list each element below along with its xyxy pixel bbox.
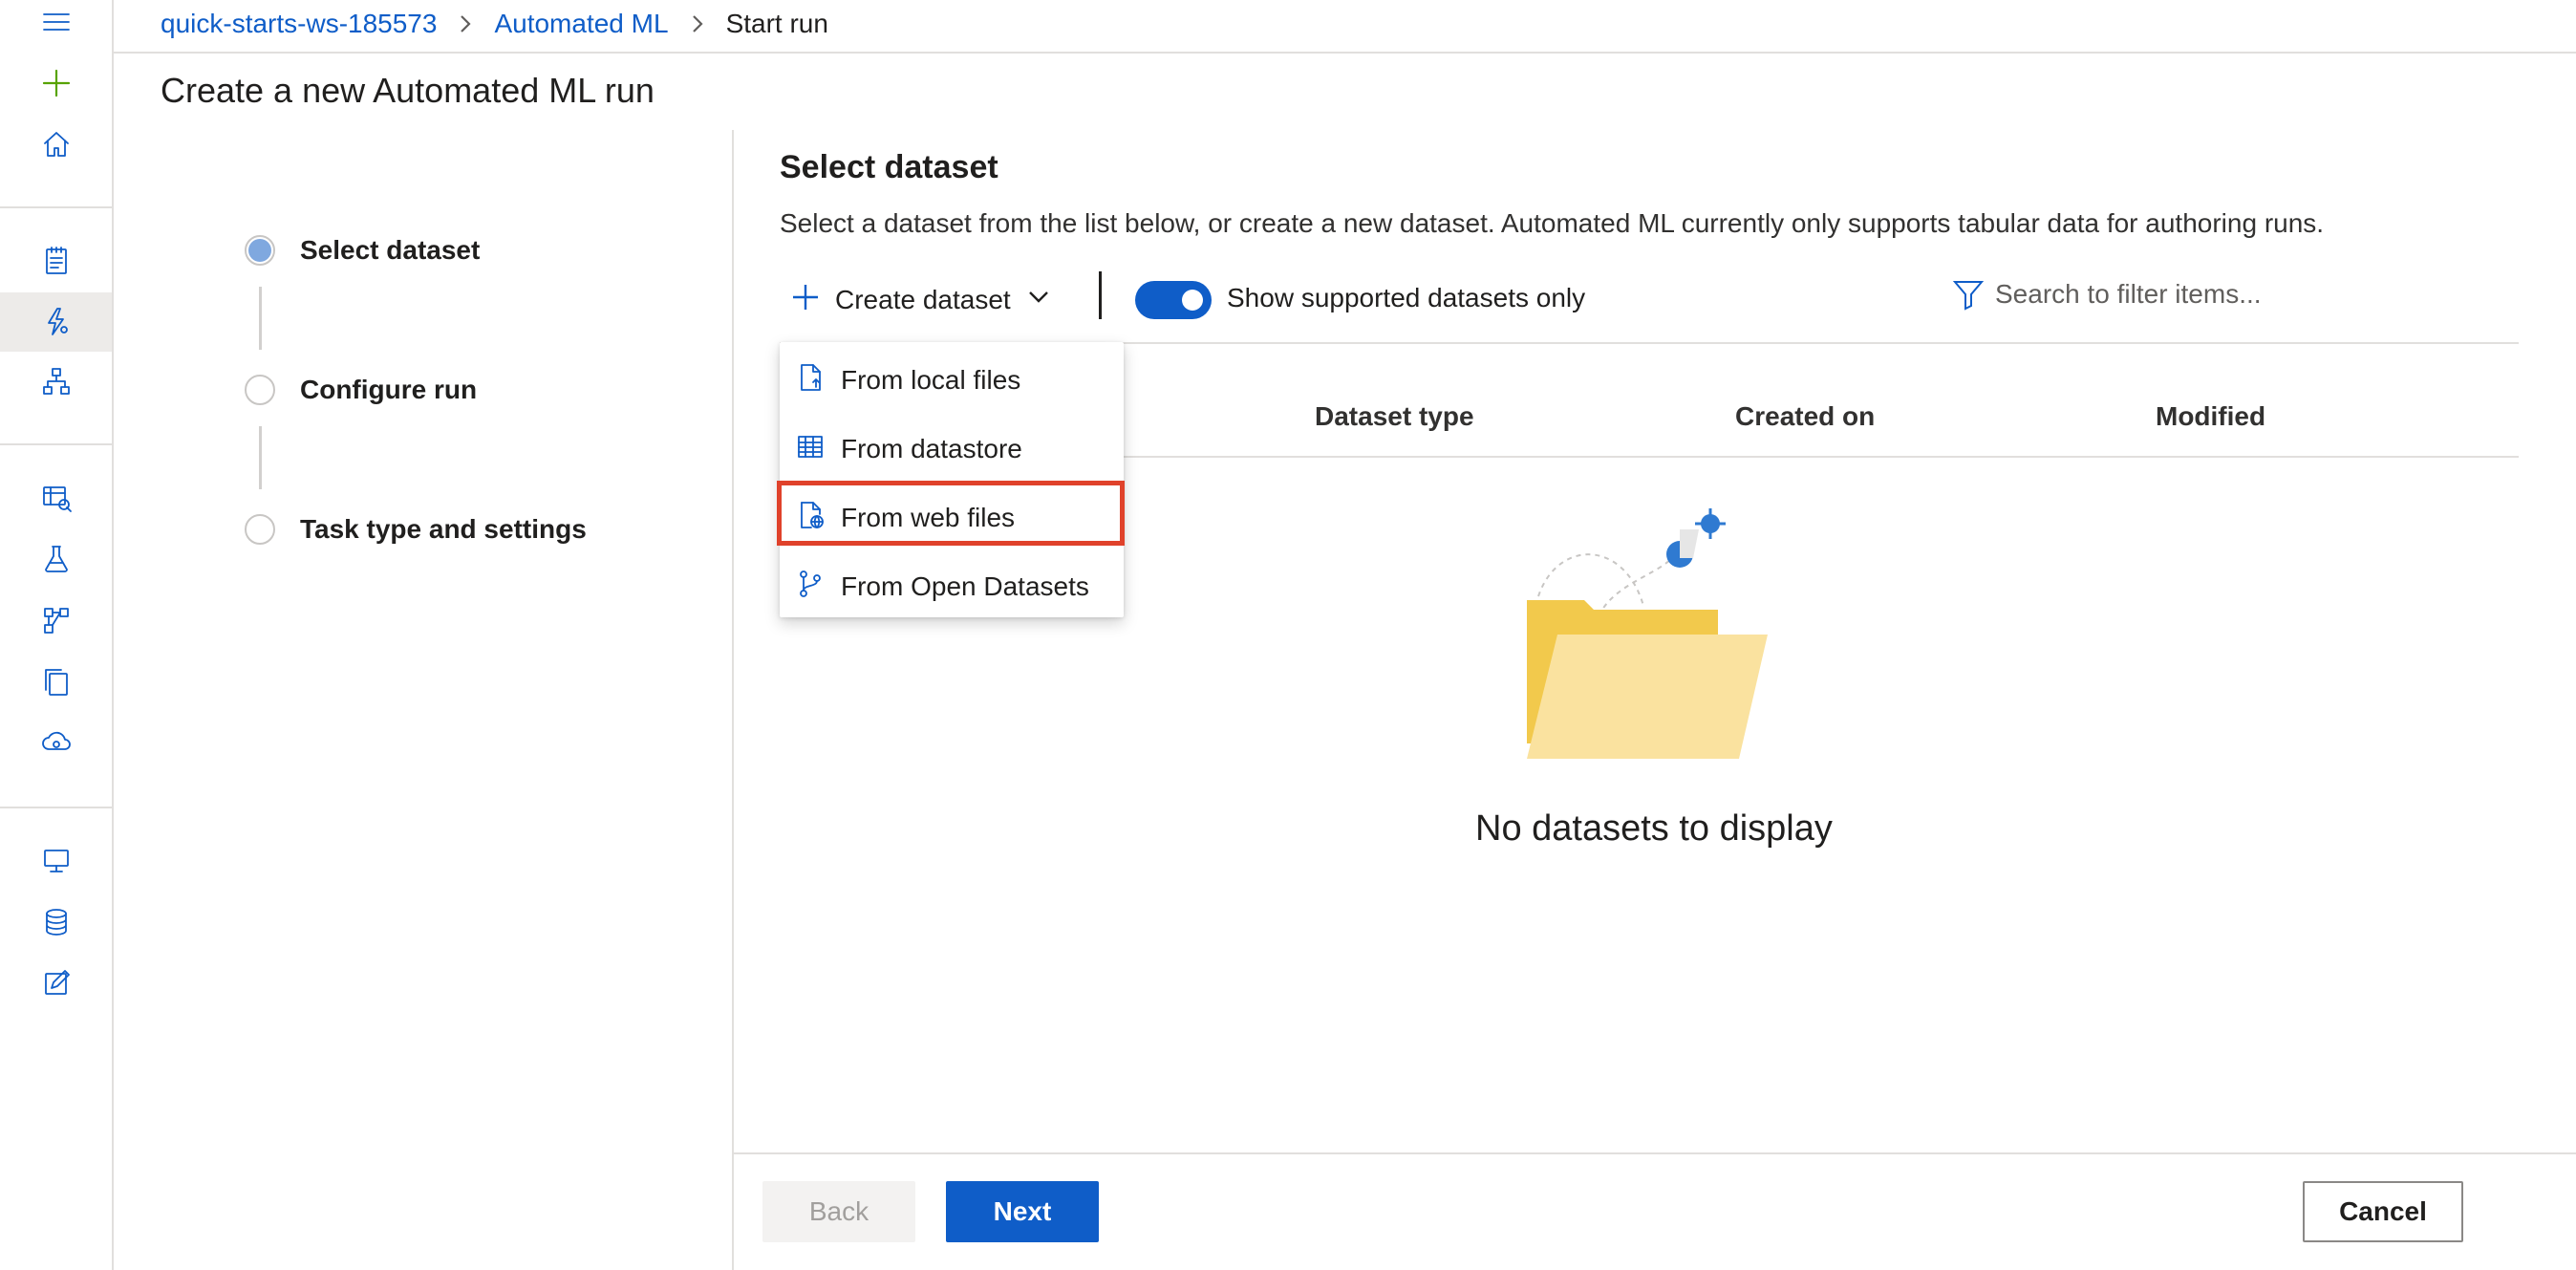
cancel-button[interactable]: Cancel bbox=[2303, 1181, 2463, 1242]
rail-divider bbox=[0, 807, 112, 808]
rail-divider bbox=[0, 206, 112, 208]
panel-divider bbox=[732, 130, 734, 1270]
designer-icon[interactable] bbox=[0, 352, 112, 411]
menu-item-label: From Open Datasets bbox=[841, 571, 1089, 601]
step-connector bbox=[259, 287, 262, 350]
step-label: Task type and settings bbox=[300, 514, 587, 544]
menu-item-label: From web files bbox=[841, 503, 1016, 532]
wizard-step-task-type[interactable]: Task type and settings bbox=[245, 510, 587, 549]
endpoints-icon[interactable] bbox=[0, 713, 112, 772]
pipelines-icon[interactable] bbox=[0, 591, 112, 650]
left-nav-rail bbox=[0, 0, 114, 1270]
column-header-created-on[interactable]: Created on bbox=[1735, 401, 1875, 432]
filter-icon bbox=[1951, 277, 1986, 316]
notebooks-icon[interactable] bbox=[0, 231, 112, 291]
next-button[interactable]: Next bbox=[946, 1181, 1099, 1242]
menu-item-from-local-files[interactable]: From local files bbox=[780, 346, 1124, 415]
dataset-toolbar: Create dataset Show supported datasets o… bbox=[780, 271, 2519, 329]
chevron-right-icon bbox=[669, 13, 726, 34]
add-new-icon[interactable] bbox=[0, 54, 112, 113]
hamburger-menu-icon[interactable] bbox=[0, 0, 112, 52]
section-title: Select dataset bbox=[780, 149, 998, 185]
wizard-step-select-dataset[interactable]: Select dataset bbox=[245, 231, 480, 269]
data-labeling-icon[interactable] bbox=[0, 954, 112, 1013]
chevron-right-icon bbox=[437, 13, 494, 34]
create-dataset-label: Create dataset bbox=[835, 285, 1011, 314]
step-label: Configure run bbox=[300, 375, 478, 404]
column-header-modified[interactable]: Modified bbox=[2156, 401, 2265, 432]
plus-icon bbox=[789, 281, 822, 320]
breadcrumb: quick-starts-ws-185573 Automated ML Star… bbox=[161, 0, 828, 48]
table-icon bbox=[795, 431, 826, 468]
page-title: Create a new Automated ML run bbox=[161, 71, 655, 110]
step-indicator-current bbox=[245, 235, 275, 266]
step-connector bbox=[259, 426, 262, 489]
file-upload-icon bbox=[795, 362, 826, 399]
menu-item-from-web-files[interactable]: From web files bbox=[780, 484, 1124, 552]
create-dataset-menu: From local files From datastore From web… bbox=[780, 342, 1124, 617]
web-file-icon bbox=[795, 500, 826, 537]
supported-datasets-toggle[interactable] bbox=[1135, 281, 1212, 319]
step-label: Select dataset bbox=[300, 235, 481, 265]
automated-ml-icon[interactable] bbox=[0, 292, 112, 352]
menu-item-label: From local files bbox=[841, 365, 1021, 395]
search-input[interactable] bbox=[1995, 273, 2396, 315]
topbar-divider bbox=[114, 52, 2576, 54]
section-description: Select a dataset from the list below, or… bbox=[780, 208, 2325, 238]
empty-state-message: No datasets to display bbox=[1475, 808, 1833, 849]
column-header-dataset-type[interactable]: Dataset type bbox=[1315, 401, 1474, 432]
step-indicator bbox=[245, 375, 275, 405]
toggle-label: Show supported datasets only bbox=[1227, 283, 1586, 312]
compute-icon[interactable] bbox=[0, 831, 112, 891]
step-indicator bbox=[245, 514, 275, 545]
branch-icon bbox=[795, 569, 826, 606]
rail-divider bbox=[0, 443, 112, 445]
home-icon[interactable] bbox=[0, 115, 112, 174]
empty-folder-illustration bbox=[1527, 508, 1768, 759]
datasets-icon[interactable] bbox=[0, 468, 112, 527]
create-dataset-button[interactable]: Create dataset bbox=[789, 271, 1051, 329]
wizard-step-configure-run[interactable]: Configure run bbox=[245, 371, 477, 409]
toolbar-separator bbox=[1099, 271, 1102, 319]
breadcrumb-workspace-link[interactable]: quick-starts-ws-185573 bbox=[161, 9, 437, 39]
models-icon[interactable] bbox=[0, 652, 112, 711]
menu-item-from-datastore[interactable]: From datastore bbox=[780, 415, 1124, 484]
menu-item-from-open-datasets[interactable]: From Open Datasets bbox=[780, 552, 1124, 621]
breadcrumb-current: Start run bbox=[725, 9, 828, 38]
back-button[interactable]: Back bbox=[762, 1181, 915, 1242]
footer-divider bbox=[734, 1152, 2576, 1154]
menu-item-label: From datastore bbox=[841, 434, 1022, 463]
datastores-icon[interactable] bbox=[0, 893, 112, 952]
breadcrumb-automl-link[interactable]: Automated ML bbox=[494, 9, 668, 39]
experiments-icon[interactable] bbox=[0, 529, 112, 589]
chevron-down-icon bbox=[1026, 285, 1051, 316]
